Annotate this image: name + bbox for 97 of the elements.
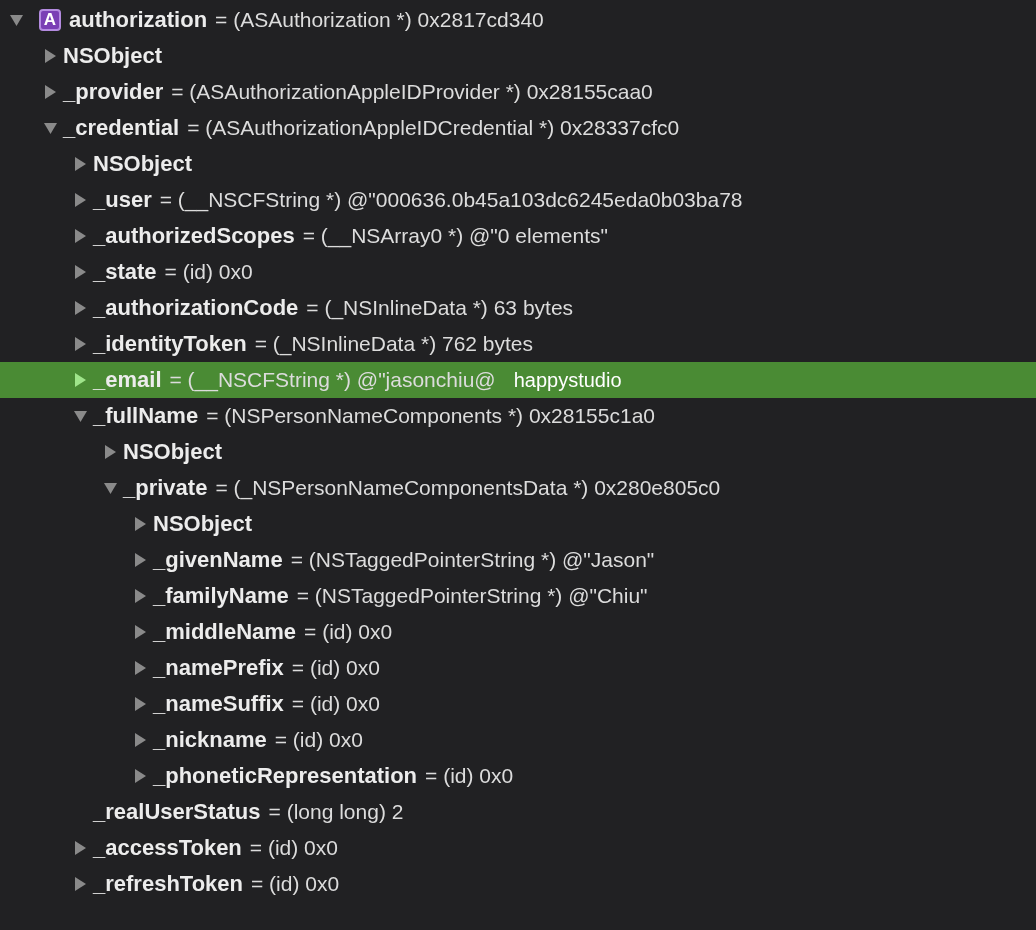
variable-name: _nameSuffix xyxy=(153,691,284,717)
disclosure-triangle-icon[interactable] xyxy=(134,589,147,603)
variable-value: = (__NSCFString *) @"jasonchiu@ xyxy=(169,368,496,392)
disclosure-triangle-icon[interactable] xyxy=(74,193,87,207)
variable-name: _phoneticRepresentation xyxy=(153,763,418,789)
variable-name: _fullName xyxy=(93,403,199,429)
disclosure-triangle-icon[interactable] xyxy=(134,553,147,567)
disclosure-triangle-icon[interactable] xyxy=(134,769,147,783)
disclosure-triangle-icon[interactable] xyxy=(74,877,87,891)
variable-value: = (_NSPersonNameComponentsData *) 0x280e805c0 xyxy=(215,476,721,500)
disclosure-triangle-icon[interactable] xyxy=(74,265,87,279)
variable-row[interactable]: _phoneticRepresentation = (id) 0x0 xyxy=(0,758,1036,794)
variable-row[interactable]: NSObject xyxy=(0,38,1036,74)
variable-name: _state xyxy=(93,259,157,285)
variable-name: _namePrefix xyxy=(153,655,284,681)
variable-value: = (id) 0x0 xyxy=(304,620,393,644)
variable-row[interactable]: _namePrefix = (id) 0x0 xyxy=(0,650,1036,686)
variable-value: = (id) 0x0 xyxy=(291,656,380,680)
variable-value: = (NSTaggedPointerString *) @"Chiu" xyxy=(296,584,648,608)
variable-name: _givenName xyxy=(153,547,283,573)
disclosure-triangle-icon[interactable] xyxy=(104,445,117,459)
variable-name: _authorizedScopes xyxy=(93,223,295,249)
disclosure-triangle-icon[interactable] xyxy=(74,373,87,387)
variable-name: authorization xyxy=(69,7,208,33)
variable-value: = (id) 0x0 xyxy=(249,836,338,860)
variable-name: _refreshToken xyxy=(93,871,243,897)
variable-name: _authorizationCode xyxy=(93,295,299,321)
variable-value: = (NSPersonNameComponents *) 0x28155c1a0 xyxy=(206,404,655,428)
variable-badge: A xyxy=(39,9,61,31)
variable-name: _realUserStatus xyxy=(93,799,261,825)
variable-value: = (__NSArray0 *) @"0 elements" xyxy=(302,224,608,248)
variable-row[interactable]: _email = (__NSCFString *) @"jasonchiu@ happystudio xyxy=(0,362,1036,398)
variable-row[interactable]: _givenName = (NSTaggedPointerString *) @"Jason" xyxy=(0,542,1036,578)
variable-value: = (id) 0x0 xyxy=(425,764,514,788)
disclosure-triangle-icon[interactable] xyxy=(134,697,147,711)
variable-row[interactable]: _realUserStatus = (long long) 2 xyxy=(0,794,1036,830)
disclosure-triangle-icon[interactable] xyxy=(44,85,57,99)
variable-row[interactable]: _provider = (ASAuthorizationAppleIDProvider *) 0x28155caa0 xyxy=(0,74,1036,110)
variable-name: _user xyxy=(93,187,152,213)
variable-name: _identityToken xyxy=(93,331,247,357)
variable-value: = (ASAuthorizationAppleIDCredential *) 0x28337cfc0 xyxy=(187,116,680,140)
variable-row[interactable]: _user = (__NSCFString *) @"000636.0b45a103dc6245eda0b03ba78 xyxy=(0,182,1036,218)
disclosure-triangle-icon[interactable] xyxy=(44,121,57,135)
disclosure-triangle-icon[interactable] xyxy=(10,13,23,27)
variable-value: = (long long) 2 xyxy=(268,800,404,824)
disclosure-triangle-icon[interactable] xyxy=(104,481,117,495)
variable-value: = (__NSCFString *) @"000636.0b45a103dc6245eda0b03ba78 xyxy=(159,188,743,212)
disclosure-triangle-icon[interactable] xyxy=(74,337,87,351)
variable-row[interactable]: NSObject xyxy=(0,434,1036,470)
variable-value: = (ASAuthorization *) 0x2817cd340 xyxy=(215,8,544,32)
variable-name: _email xyxy=(93,367,162,393)
variable-row[interactable]: _authorizationCode = (_NSInlineData *) 63 bytes xyxy=(0,290,1036,326)
variable-row[interactable]: _familyName = (NSTaggedPointerString *) @"Chiu" xyxy=(0,578,1036,614)
variable-value: = (_NSInlineData *) 63 bytes xyxy=(306,296,574,320)
variable-value: = (ASAuthorizationAppleIDProvider *) 0x28155caa0 xyxy=(171,80,653,104)
variable-row[interactable]: _state = (id) 0x0 xyxy=(0,254,1036,290)
variable-value: = (NSTaggedPointerString *) @"Jason" xyxy=(290,548,655,572)
variable-row[interactable]: NSObject xyxy=(0,506,1036,542)
disclosure-triangle-icon[interactable] xyxy=(74,301,87,315)
variable-name: NSObject xyxy=(153,511,253,537)
variable-row[interactable]: _nickname = (id) 0x0 xyxy=(0,722,1036,758)
variable-row[interactable]: A authorization = (ASAuthorization *) 0x2817cd340 xyxy=(0,2,1036,38)
variable-name: _credential xyxy=(63,115,180,141)
disclosure-triangle-icon[interactable] xyxy=(134,661,147,675)
variable-row[interactable]: _nameSuffix = (id) 0x0 xyxy=(0,686,1036,722)
variable-name: _accessToken xyxy=(93,835,242,861)
variable-row[interactable]: _authorizedScopes = (__NSArray0 *) @"0 elements" xyxy=(0,218,1036,254)
disclosure-triangle-icon[interactable] xyxy=(74,841,87,855)
variable-name: _familyName xyxy=(153,583,289,609)
variable-value: = (_NSInlineData *) 762 bytes xyxy=(254,332,534,356)
variable-value: = (id) 0x0 xyxy=(291,692,380,716)
variable-name: NSObject xyxy=(123,439,223,465)
variable-name: _middleName xyxy=(153,619,297,645)
variable-row[interactable]: _credential = (ASAuthorizationAppleIDCredential *) 0x28337cfc0 xyxy=(0,110,1036,146)
overlay-text: happystudio xyxy=(513,368,622,392)
variable-value: = (id) 0x0 xyxy=(164,260,253,284)
disclosure-triangle-icon[interactable] xyxy=(74,409,87,423)
variable-row[interactable]: _accessToken = (id) 0x0 xyxy=(0,830,1036,866)
variable-row[interactable]: NSObject xyxy=(0,146,1036,182)
variable-row[interactable]: _private = (_NSPersonNameComponentsData *) 0x280e805c0 xyxy=(0,470,1036,506)
variable-name: NSObject xyxy=(93,151,193,177)
variable-row[interactable]: _refreshToken = (id) 0x0 xyxy=(0,866,1036,902)
disclosure-triangle-icon[interactable] xyxy=(134,517,147,531)
variable-name: _nickname xyxy=(153,727,267,753)
disclosure-triangle-icon[interactable] xyxy=(74,229,87,243)
variable-name: _private xyxy=(123,475,208,501)
variable-name: _provider xyxy=(63,79,164,105)
disclosure-triangle-icon[interactable] xyxy=(134,625,147,639)
variable-value: = (id) 0x0 xyxy=(251,872,340,896)
variable-value: = (id) 0x0 xyxy=(274,728,363,752)
disclosure-triangle-icon[interactable] xyxy=(74,157,87,171)
variable-row[interactable]: _middleName = (id) 0x0 xyxy=(0,614,1036,650)
disclosure-triangle-icon[interactable] xyxy=(134,733,147,747)
variable-name: NSObject xyxy=(63,43,163,69)
variable-row[interactable]: _fullName = (NSPersonNameComponents *) 0x28155c1a0 xyxy=(0,398,1036,434)
disclosure-triangle-icon[interactable] xyxy=(44,49,57,63)
variable-row[interactable]: _identityToken = (_NSInlineData *) 762 bytes xyxy=(0,326,1036,362)
